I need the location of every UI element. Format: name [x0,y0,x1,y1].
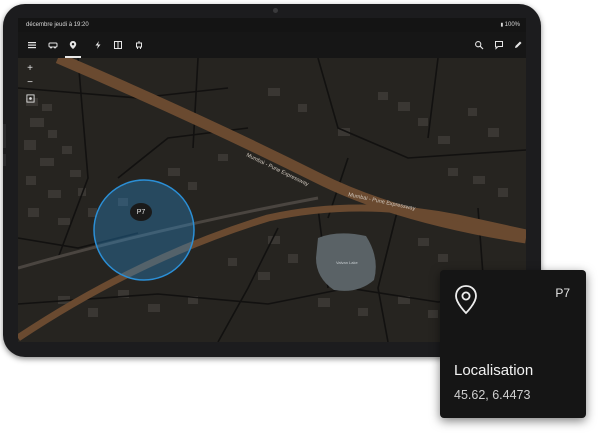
bolt-icon[interactable] [90,37,106,53]
power-button [3,154,6,166]
location-card: P7 Localisation 45.62, 6.4473 [440,270,586,418]
location-pin-icon [452,284,480,316]
card-vehicle-code: P7 [555,286,570,300]
status-datetime: décembre jeudi à 19:20 [26,22,89,28]
menu-icon[interactable] [24,37,40,53]
zoom-in-button[interactable]: + [24,64,36,74]
status-battery: ▮ 100% [501,22,521,28]
zoom-out-button[interactable]: − [24,78,36,88]
status-bar: décembre jeudi à 19:20 ▮ 100% [18,18,526,32]
battery-level: 100% [504,22,520,28]
panel-icon[interactable] [110,37,126,53]
top-toolbar [18,32,526,58]
robot-icon[interactable] [131,37,147,53]
message-icon[interactable] [491,37,507,53]
front-camera [273,8,278,13]
car-icon[interactable] [45,37,61,53]
card-title: Localisation [454,362,534,379]
volume-button [3,124,6,148]
map-pin-icon[interactable] [65,37,81,53]
map-marker-p7[interactable]: P7 [130,203,152,221]
recenter-icon[interactable] [24,94,36,104]
geofence-circle[interactable] [93,179,195,281]
search-icon[interactable] [471,37,487,53]
edit-icon[interactable] [510,37,526,53]
lake-label: Valvan Lake [336,260,358,265]
card-coordinates: 45.62, 6.4473 [454,388,531,402]
